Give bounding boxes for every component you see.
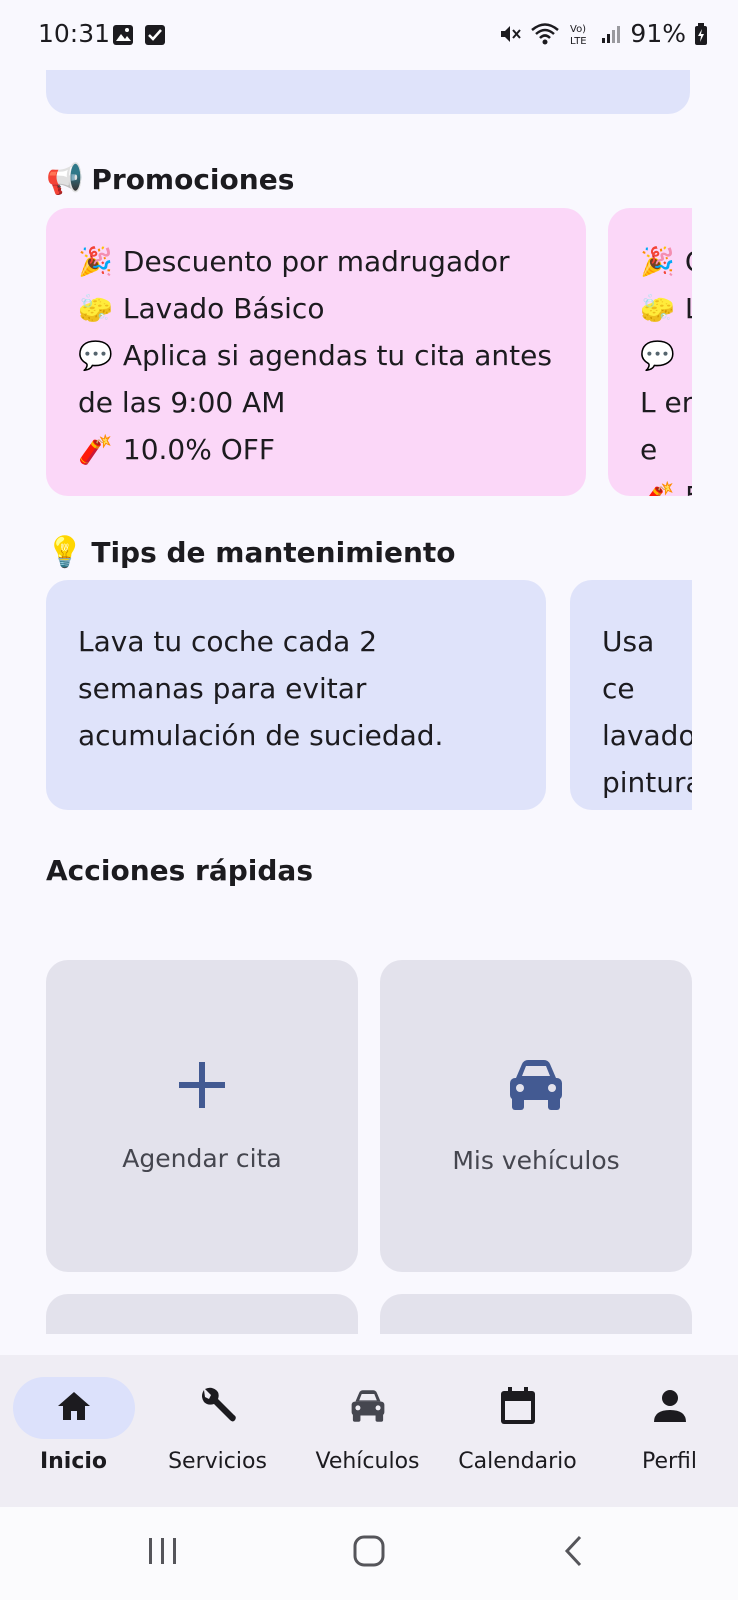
wifi-icon [530,22,560,46]
nav-item-home[interactable]: Inicio [0,1377,147,1474]
promotions-carousel[interactable]: 🎉 Descuento por madrugador 🧽 Lavado Bási… [46,208,692,496]
system-navigation-bar [0,1507,738,1600]
car-icon [349,1389,387,1427]
car-icon [506,1058,566,1116]
party-popper-icon: 🎉 [78,245,113,278]
promo-condition: L en e [640,386,692,466]
back-icon[interactable] [562,1535,586,1571]
party-popper-icon: 🎉 [640,245,675,278]
quick-actions-title: Acciones rápidas [46,854,313,887]
promo-name: C [685,245,692,278]
tip-text: Usa ce lavado pintura [602,625,692,799]
home-scroll-content[interactable]: 📢 Promociones 🎉 Descuento por madrugador… [0,70,738,1353]
nav-label-vehicles: Vehículos [315,1449,420,1474]
sponge-icon: 🧽 [640,292,675,325]
nav-item-services[interactable]: Servicios [144,1377,291,1474]
svg-text:LTE: LTE [570,36,587,47]
nav-label-home: Inicio [39,1449,108,1474]
tip-card[interactable]: Usa ce lavado pintura [570,580,692,810]
tips-title: 💡 Tips de mantenimiento [46,535,456,570]
status-bar: 10:31 Vo) LTE 91% [0,0,738,70]
nav-active-indicator [12,1377,135,1439]
promo-card[interactable]: 🎉 Descuento por madrugador 🧽 Lavado Bási… [46,208,586,496]
recent-apps-icon[interactable] [146,1535,180,1571]
promo-discount: 5 [685,480,692,496]
home-button-icon[interactable] [352,1535,386,1571]
svg-text:Vo): Vo) [570,24,586,35]
promo-condition: Aplica si agendas tu cita antes de las 9… [78,339,552,419]
tips-carousel[interactable]: Lava tu coche cada 2 semanas para evitar… [46,580,692,810]
speech-bubble-icon: 💬 [78,339,113,372]
person-icon [652,1388,688,1428]
schedule-appointment-button[interactable]: Agendar cita [46,960,358,1272]
nav-label-calendar: Calendario [458,1449,577,1474]
home-icon [56,1390,92,1426]
quick-action-card[interactable] [46,1294,358,1334]
previous-card-edge [46,70,690,114]
mute-icon [498,22,522,46]
check-box-icon [144,24,166,50]
sponge-icon: 🧽 [78,292,113,325]
promo-service: Lavado Básico [122,292,325,325]
signal-icon [600,23,622,45]
calendar-icon [499,1386,537,1430]
firecracker-icon: 🧨 [640,473,676,496]
nav-item-vehicles[interactable]: Vehículos [294,1377,441,1474]
megaphone-icon: 📢 [46,162,84,197]
promo-service: L [685,292,692,325]
light-bulb-icon: 💡 [46,535,84,570]
tip-text: Lava tu coche cada 2 semanas para evitar… [78,625,444,752]
nav-item-calendar[interactable]: Calendario [444,1377,591,1474]
firecracker-icon: 🧨 [78,433,113,466]
my-vehicles-button[interactable]: Mis vehículos [380,960,692,1272]
status-time: 10:31 [38,19,111,48]
promo-discount: 10.0% OFF [122,433,276,466]
volte-icon: Vo) LTE [568,21,592,47]
promo-card[interactable]: 🎉 C 🧽 L 💬 L en e 🧨 5 [608,208,692,496]
nav-item-profile[interactable]: Perfil [596,1377,738,1474]
my-vehicles-label: Mis vehículos [452,1145,620,1175]
wrench-icon [198,1386,238,1430]
tip-card[interactable]: Lava tu coche cada 2 semanas para evitar… [46,580,546,810]
promotions-title: 📢 Promociones [46,162,295,197]
schedule-appointment-label: Agendar cita [122,1143,282,1173]
plus-icon [177,1060,227,1114]
promo-name: Descuento por madrugador [122,245,510,278]
nav-label-profile: Perfil [641,1449,698,1474]
battery-icon [694,22,708,46]
bottom-navigation: Inicio Servicios Vehículos Calendario Pe… [0,1355,738,1507]
battery-level: 91% [630,19,686,48]
gallery-icon [112,24,134,50]
nav-label-services: Servicios [168,1449,267,1474]
quick-action-card[interactable] [380,1294,692,1334]
speech-bubble-icon: 💬 [640,339,675,372]
